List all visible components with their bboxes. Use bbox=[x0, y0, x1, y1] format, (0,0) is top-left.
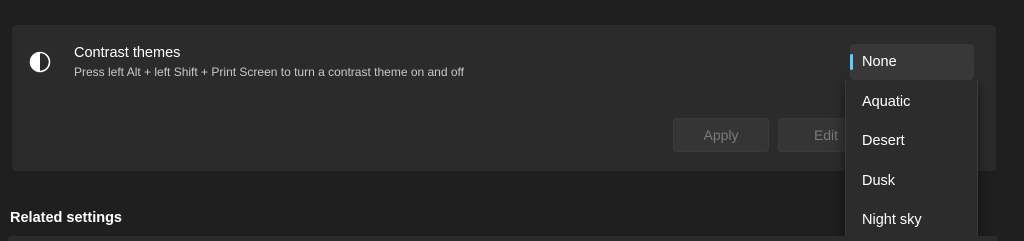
selected-indicator bbox=[850, 54, 853, 70]
apply-button[interactable]: Apply bbox=[673, 118, 769, 152]
contrast-icon bbox=[29, 51, 51, 73]
related-settings-heading: Related settings bbox=[10, 210, 122, 226]
theme-option-dusk[interactable]: Dusk bbox=[862, 173, 895, 189]
contrast-themes-description: Press left Alt + left Shift + Print Scre… bbox=[74, 65, 464, 79]
theme-option-none[interactable]: None bbox=[862, 54, 897, 70]
contrast-themes-title: Contrast themes bbox=[74, 45, 181, 61]
theme-option-aquatic[interactable]: Aquatic bbox=[862, 94, 910, 110]
theme-option-desert[interactable]: Desert bbox=[862, 133, 905, 149]
settings-page: Contrast themes Press left Alt + left Sh… bbox=[0, 0, 1024, 241]
related-settings-card bbox=[8, 236, 998, 241]
theme-option-night-sky[interactable]: Night sky bbox=[862, 212, 922, 228]
